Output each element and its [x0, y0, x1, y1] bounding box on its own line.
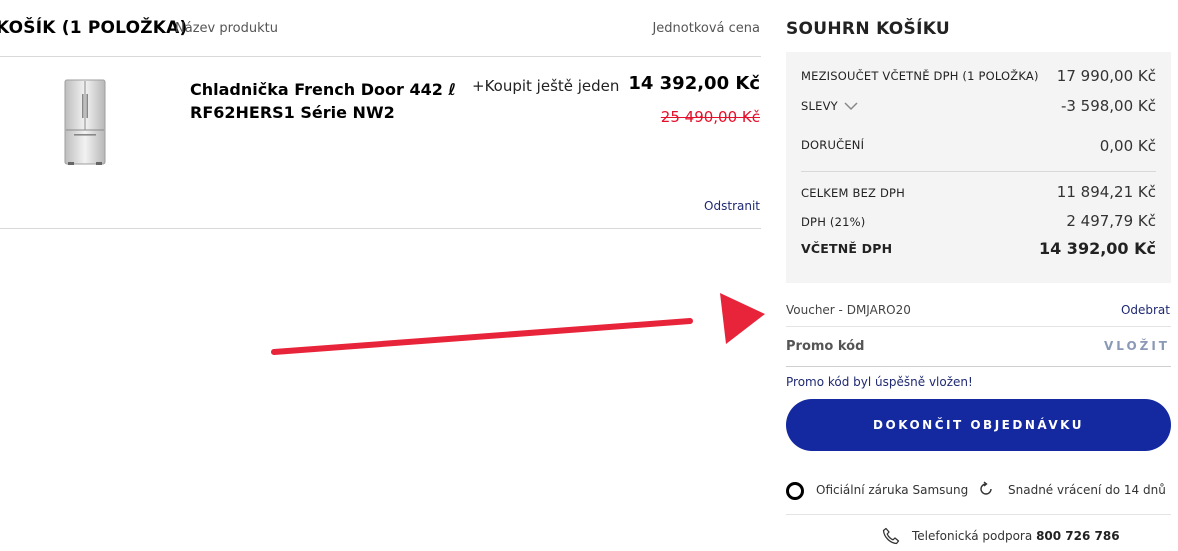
phone-support-label: Telefonická podpora — [912, 529, 1033, 543]
discounts-toggle[interactable]: SLEVY — [801, 99, 858, 113]
fridge-icon — [64, 79, 106, 165]
summary-title: SOUHRN KOŠÍKU — [786, 19, 950, 39]
vat-label: DPH (21%) — [801, 215, 866, 229]
product-image[interactable] — [40, 76, 130, 168]
discounts-value: -3 598,00 Kč — [1060, 97, 1156, 115]
returns-text: Snadné vrácení do 14 dnů — [1008, 483, 1166, 497]
divider — [786, 326, 1171, 327]
return-icon — [980, 481, 992, 495]
promo-apply-button[interactable]: VLOŽIT — [1090, 339, 1170, 353]
product-name[interactable]: Chladnička French Door 442 ℓ RF62HERS1 S… — [190, 78, 460, 124]
vat-value: 2 497,79 Kč — [1066, 212, 1156, 230]
promo-success-message: Promo kód byl úspěšně vložen! — [786, 375, 973, 389]
product-price: 14 392,00 Kč — [628, 73, 760, 94]
summary-box: MEZISOUČET VČETNĚ DPH (1 POLOŽKA) 17 990… — [786, 52, 1171, 283]
divider — [0, 56, 761, 57]
checkout-button[interactable]: DOKONČIT OBJEDNÁVKU — [786, 399, 1171, 451]
annotation-arrow-icon — [271, 293, 765, 355]
divider — [801, 171, 1156, 172]
product-old-price: 25 490,00 Kč — [660, 108, 760, 126]
phone-icon — [882, 527, 900, 545]
net-total-label: CELKEM BEZ DPH — [801, 186, 906, 200]
buy-another-button[interactable]: +Koupit ještě jeden — [472, 77, 619, 95]
delivery-value: 0,00 Kč — [1099, 137, 1156, 155]
discounts-label: SLEVY — [801, 99, 838, 113]
chevron-down-icon — [844, 102, 858, 111]
promo-code-input[interactable] — [786, 331, 1086, 361]
subtotal-value: 17 990,00 Kč — [1056, 67, 1156, 85]
column-header-unit-price: Jednotková cena — [652, 21, 760, 36]
subtotal-label: MEZISOUČET VČETNĚ DPH (1 POLOŽKA) — [801, 69, 1039, 83]
warranty-icon — [786, 482, 804, 500]
total-label: VČETNĚ DPH — [801, 241, 893, 256]
phone-support-number[interactable]: 800 726 786 — [1036, 529, 1120, 543]
voucher-remove-link[interactable]: Odebrat — [1090, 303, 1170, 317]
cart-title: KOŠÍK (1 POLOŽKA) — [0, 18, 188, 38]
phone-support[interactable]: Telefonická podpora 800 726 786 — [912, 529, 1120, 543]
voucher-label: Voucher - DMJARO20 — [786, 303, 911, 317]
divider — [786, 514, 1171, 515]
warranty-text: Oficiální záruka Samsung — [816, 483, 969, 497]
net-total-value: 11 894,21 Kč — [1056, 183, 1156, 201]
column-header-product: Název produktu — [175, 21, 278, 36]
delivery-label: DORUČENÍ — [801, 138, 865, 152]
remove-item-link[interactable]: Odstranit — [660, 199, 760, 213]
promo-input-underline — [786, 366, 1171, 367]
total-value: 14 392,00 Kč — [1038, 239, 1156, 258]
divider — [0, 228, 761, 229]
